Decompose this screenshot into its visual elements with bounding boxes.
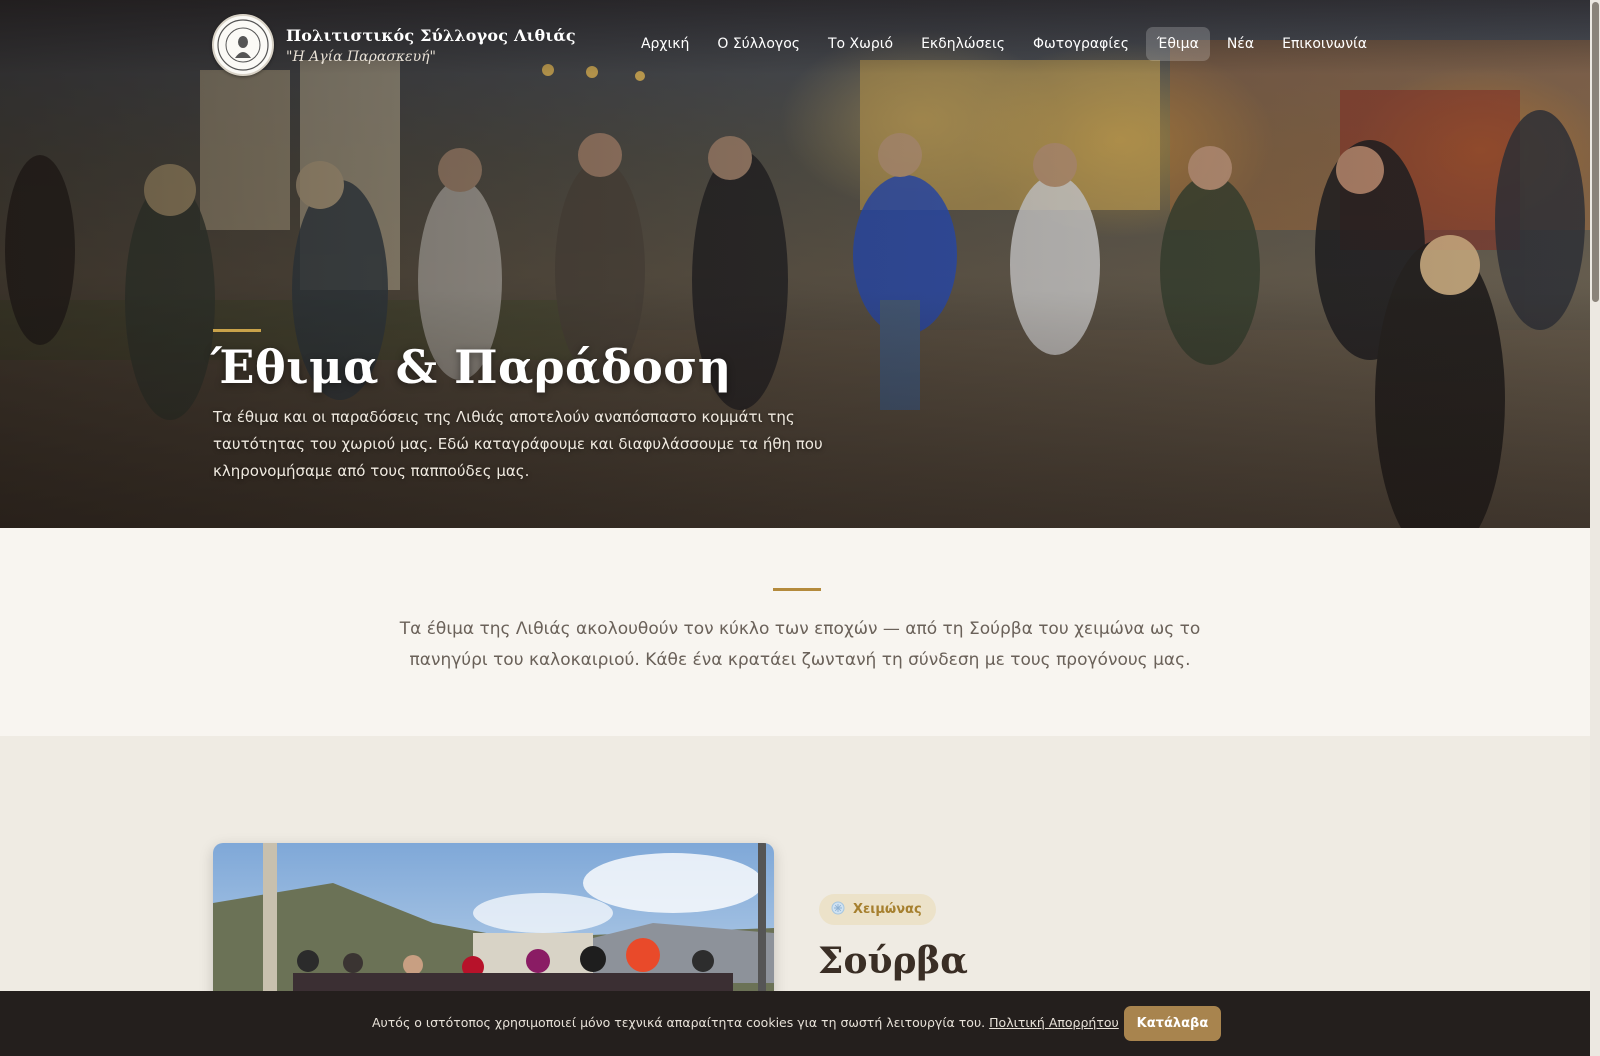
privacy-policy-link[interactable]: Πολιτική Απορρήτου: [989, 1015, 1119, 1030]
nav-item-photos[interactable]: Φωτογραφίες: [1022, 27, 1140, 61]
site-header: Πολιτιστικός Σύλλογος Λιθιάς "Η Αγία Παρ…: [0, 0, 1600, 90]
hero-description: Τα έθιμα και οι παραδόσεις της Λιθιάς απ…: [213, 408, 823, 480]
season-badge: Χειμώνας: [819, 894, 936, 925]
nav-item-events[interactable]: Εκδηλώσεις: [910, 27, 1016, 61]
nav-item-association[interactable]: Ο Σύλλογος: [706, 27, 811, 61]
nav-item-village[interactable]: Το Χωριό: [817, 27, 904, 61]
page-title: Έθιμα & Παράδοση: [211, 340, 732, 394]
seal-logo-icon: [212, 14, 274, 76]
accept-cookies-button[interactable]: Κατάλαβα: [1124, 1006, 1221, 1041]
nav-item-contact[interactable]: Επικοινωνία: [1271, 27, 1378, 61]
intro-divider: [773, 588, 821, 591]
nav-item-news[interactable]: Νέα: [1216, 27, 1265, 61]
intro-text: Τα έθιμα της Λιθιάς ακολουθούν τον κύκλο…: [399, 619, 1201, 670]
custom-title: Σούρβα: [818, 940, 968, 982]
nav-item-customs[interactable]: Έθιμα: [1145, 27, 1210, 61]
cookie-text: Αυτός ο ιστότοπος χρησιμοποιεί μόνο τεχν…: [372, 1015, 990, 1030]
main-nav: Αρχική Ο Σύλλογος Το Χωριό Εκδηλώσεις Φω…: [630, 27, 1378, 61]
hero-accent-line: [213, 329, 261, 332]
nav-item-home[interactable]: Αρχική: [630, 27, 700, 61]
page-scrollbar[interactable]: [1590, 0, 1600, 1056]
season-label: Χειμώνας: [853, 902, 922, 917]
site-subtitle: "Η Αγία Παρασκευή": [286, 48, 436, 65]
brand-link[interactable]: Πολιτιστικός Σύλλογος Λιθιάς "Η Αγία Παρ…: [212, 14, 576, 76]
cookie-message: Αυτός ο ιστότοπος χρησιμοποιεί μόνο τεχν…: [372, 1015, 1119, 1030]
cookie-banner: Αυτός ο ιστότοπος χρησιμοποιεί μόνο τεχν…: [0, 991, 1600, 1056]
site-title: Πολιτιστικός Σύλλογος Λιθιάς: [286, 25, 576, 45]
scrollbar-thumb[interactable]: [1592, 2, 1599, 302]
snowflake-icon: [831, 900, 845, 919]
